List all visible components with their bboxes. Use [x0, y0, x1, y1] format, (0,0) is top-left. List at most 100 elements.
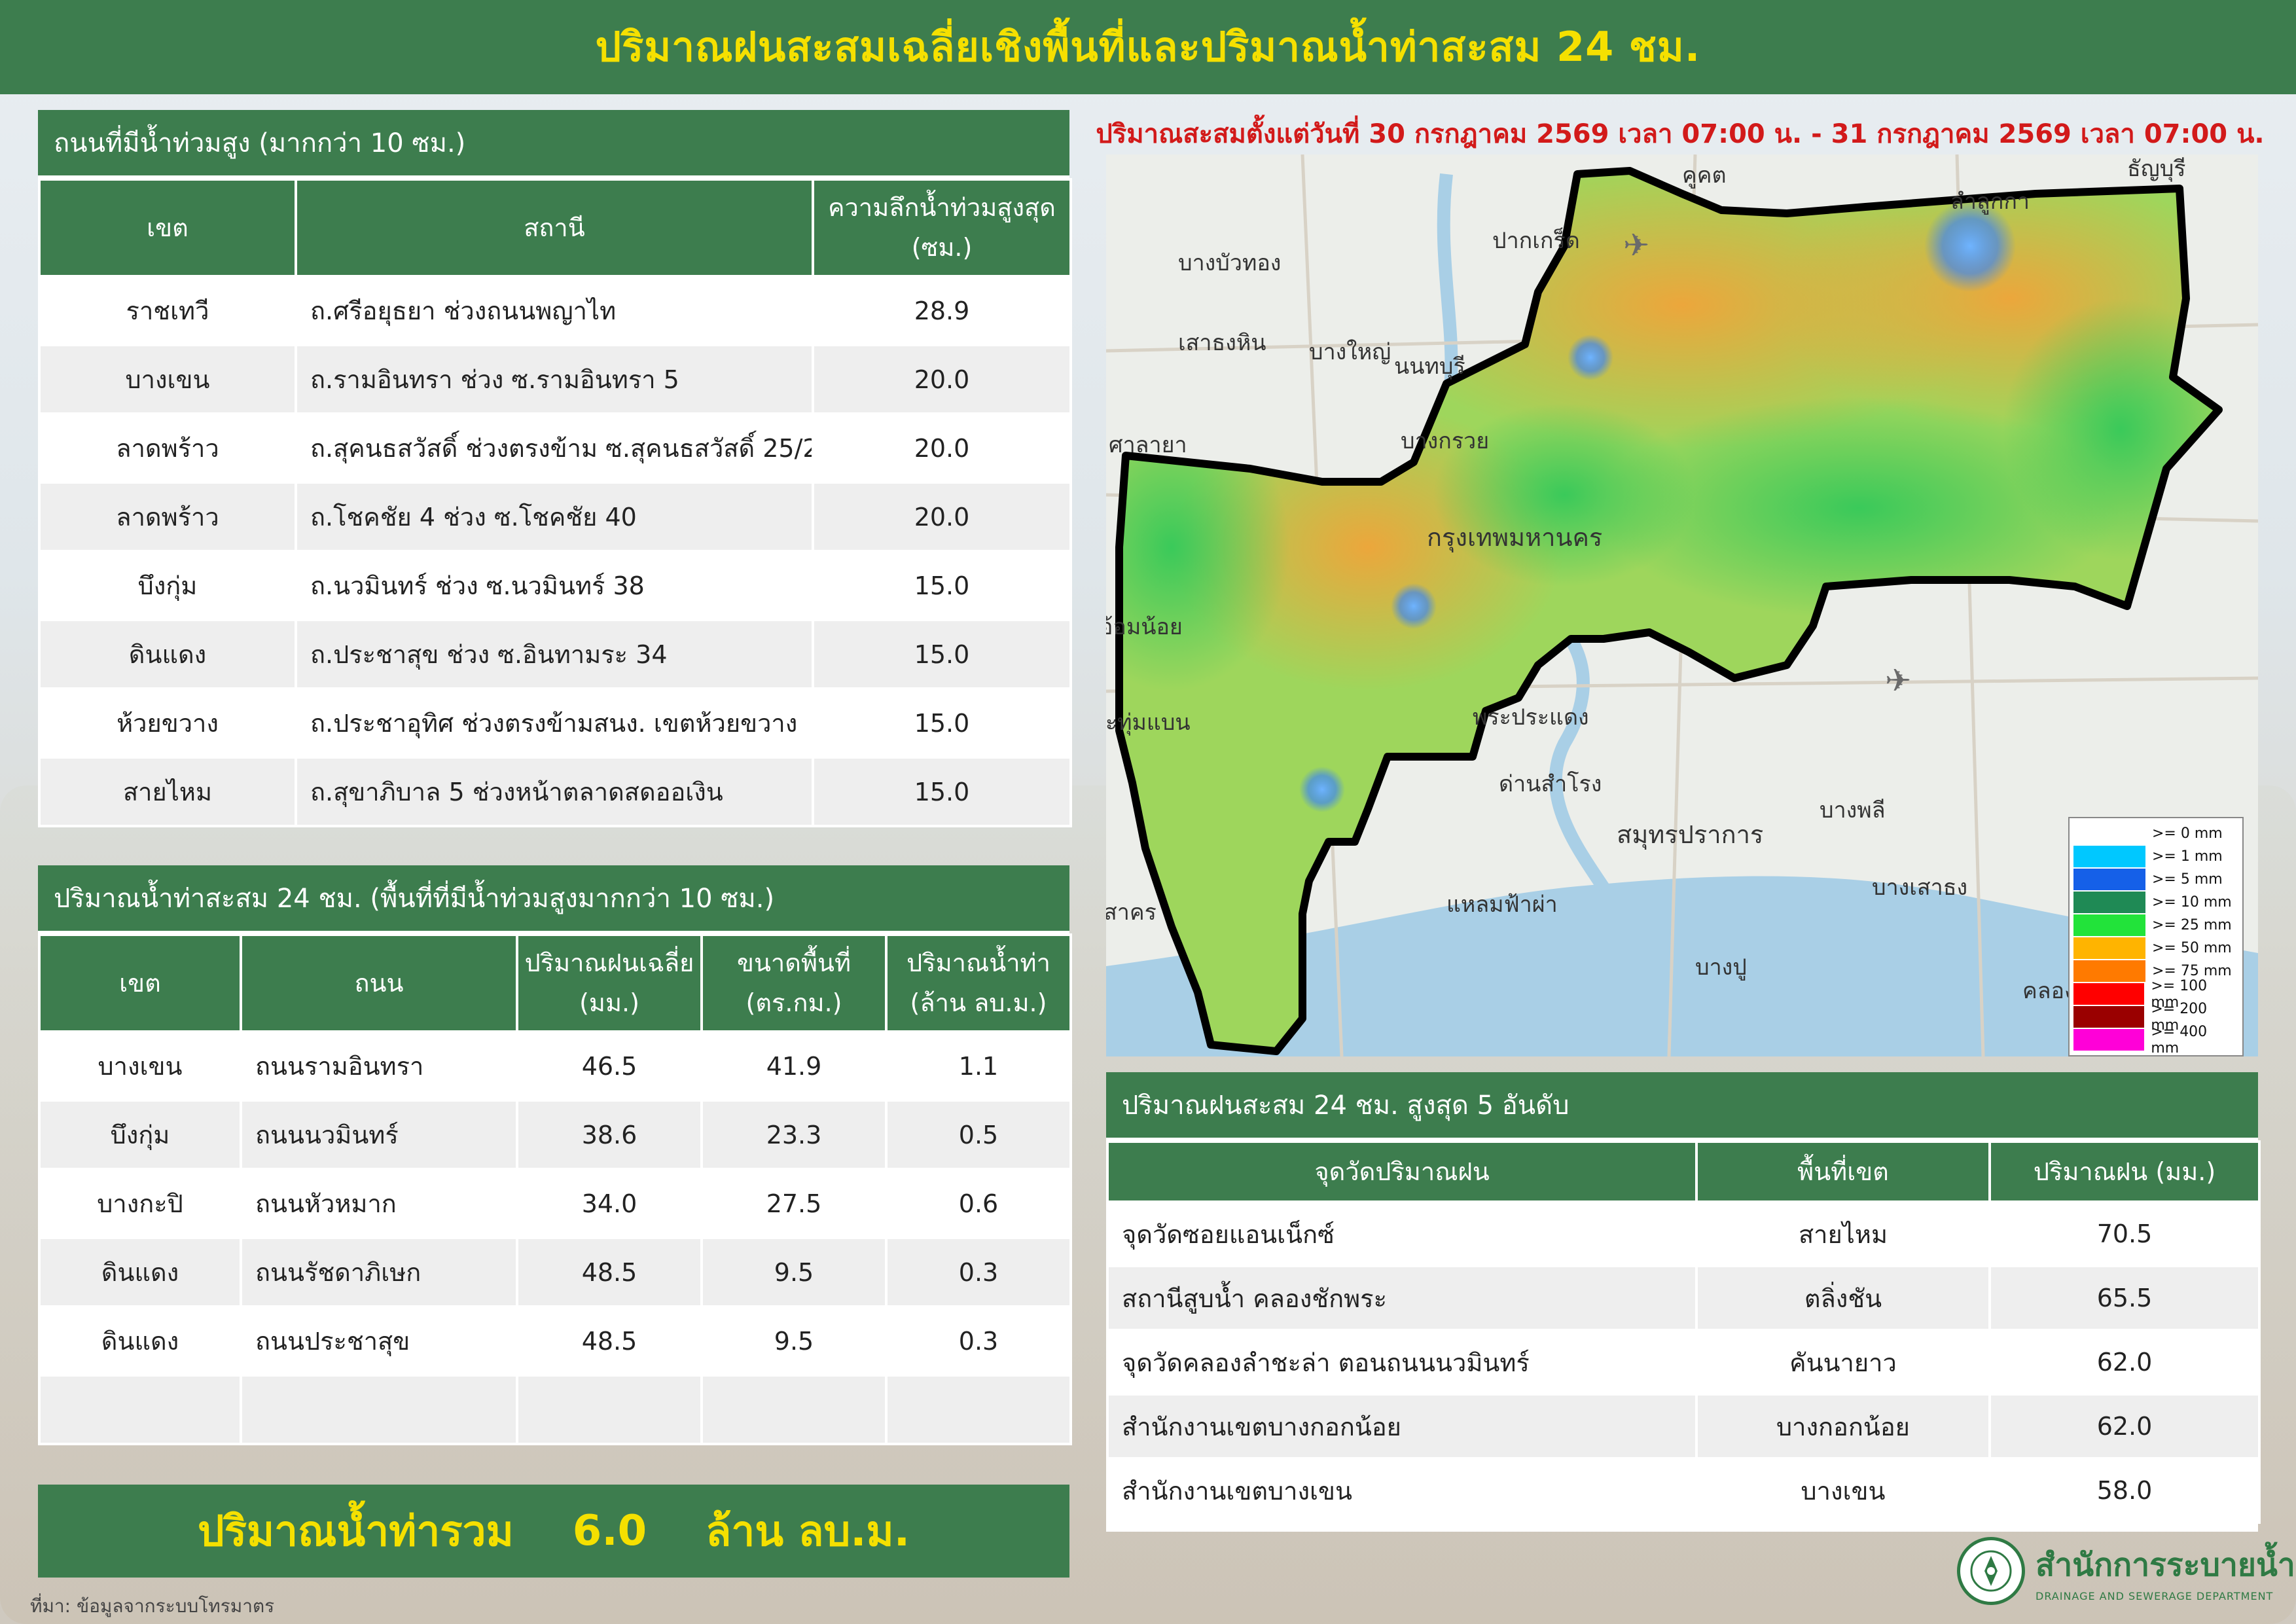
flood-cell: ถ.ประชาสุข ช่วง ซ.อินทามระ 34	[295, 619, 814, 690]
map-label-khukhot: คูคต	[1682, 162, 1727, 189]
table-row: ราชเทวี ถ.ศรีอยุธยา ช่วงถนนพญาไท 28.9	[38, 275, 1072, 346]
flood-cell: 28.9	[812, 275, 1072, 346]
legend-swatch	[2073, 869, 2145, 890]
airport-icon-suvarnabhumi: ✈	[1885, 662, 1911, 699]
top-rain-cell: 62.0	[1988, 1329, 2261, 1396]
top-rain-table: จุดวัดปริมาณฝน พื้นที่เขต ปริมาณฝน (มม.)…	[1106, 1140, 2261, 1524]
runoff-cell	[240, 1374, 518, 1445]
flood-cell: ถ.สุขาภิบาล 5 ช่วงหน้าตลาดสดออเงิน	[295, 756, 814, 827]
runoff-cell	[38, 1374, 242, 1445]
runoff-cell: 27.5	[700, 1168, 888, 1239]
legend-item: >= 5 mm	[2073, 868, 2238, 891]
runoff-cell: บางเขน	[38, 1030, 242, 1102]
map-label-thanyaburi: ธัญบุรี	[2127, 156, 2186, 182]
top-rain-cell: 65.5	[1988, 1265, 2261, 1331]
legend-label: >= 25 mm	[2152, 917, 2232, 933]
top-rain-table-body: จุดวัดซอยแอนเน็กซ์ สายไหม 70.5 สถานีสูบน้ำ …	[1106, 1200, 2261, 1524]
flood-cell: ถ.นวมินทร์ ช่วง ซ.นวมินทร์ 38	[295, 550, 814, 621]
runoff-cell: 48.5	[516, 1236, 703, 1308]
runoff-cell: ถนนนวมินทร์	[240, 1099, 518, 1170]
total-unit: ล้าน ลบ.ม.	[706, 1507, 910, 1556]
flood-table-body: ราชเทวี ถ.ศรีอยุธยา ช่วงถนนพญาไท 28.9 บางเข…	[38, 275, 1072, 827]
map-label-bangsaothong: บางเสาธง	[1872, 875, 1968, 901]
runoff-cell: 46.5	[516, 1030, 703, 1102]
org-emblem-icon	[1957, 1537, 2025, 1605]
flood-cell: บึงกุ่ม	[38, 550, 297, 621]
top-rain-header-district: พื้นที่เขต	[1695, 1140, 1991, 1203]
map-label-sakhon: สาคร	[1106, 899, 1157, 926]
flood-header-station: สถานี	[295, 178, 814, 278]
runoff-cell: ดินแดง	[38, 1236, 242, 1308]
flood-table: เขต สถานี ความลึกน้ำท่วมสูงสุด (ซม.) ราช…	[38, 178, 1072, 827]
map-label-salaya: ศาลายา	[1109, 432, 1187, 458]
flood-cell: สายไหม	[38, 756, 297, 827]
top-rain-header-station: จุดวัดปริมาณฝน	[1106, 1140, 1698, 1203]
top-rain-cell: บางกอกน้อย	[1695, 1393, 1991, 1460]
flood-cell: ถ.ศรีอยุธยา ช่วงถนนพญาไท	[295, 275, 814, 346]
top-rain-cell: สำนักงานเขตบางกอกน้อย	[1106, 1393, 1698, 1460]
runoff-cell: ถนนรามอินทรา	[240, 1030, 518, 1102]
runoff-header-district: เขต	[38, 933, 242, 1033]
legend-swatch	[2073, 823, 2145, 844]
flood-cell: 20.0	[812, 412, 1072, 484]
map-label-omnoi: อ้อมน้อย	[1106, 614, 1183, 640]
total-label: ปริมาณน้ำท่ารวม	[197, 1507, 514, 1556]
map-label-nonthaburi: นนทบุรี	[1394, 353, 1465, 380]
map-label-saothonghin: เสาธงหิน	[1178, 330, 1266, 356]
runoff-cell	[516, 1374, 703, 1445]
legend-item: >= 10 mm	[2073, 891, 2238, 914]
legend-swatch	[2073, 1029, 2145, 1051]
top-rain-panel: ปริมาณฝนสะสม 24 ชม. สูงสุด 5 อันดับ จุดว…	[1106, 1072, 2261, 1532]
map-label-lamlukka: ลำลูกกา	[1950, 189, 2030, 215]
flood-cell: ถ.ประชาอุทิศ ช่วงตรงข้ามสนง. เขตห้วยขวาง	[295, 687, 814, 759]
runoff-cell: 48.5	[516, 1305, 703, 1377]
flood-panel: ถนนที่มีน้ำท่วมสูง (มากกว่า 10 ซม.) เขต …	[38, 110, 1072, 827]
top-rain-cell: สำนักงานเขตบางเขน	[1106, 1457, 1698, 1524]
runoff-cell: 38.6	[516, 1099, 703, 1170]
rainfall-map: ✈ ✈ คูคต ลำลูกกา ปากเกร็ด บางบัวทอง เสาธ…	[1106, 154, 2258, 1056]
flood-cell: ถ.โชคชัย 4 ช่วง ซ.โชคชัย 40	[295, 481, 814, 552]
top-rain-header-amount: ปริมาณฝน (มม.)	[1988, 1140, 2261, 1203]
table-row: สถานีสูบน้ำ คลองชักพระ ตลิ่งชัน 65.5	[1106, 1265, 2261, 1331]
table-row: จุดวัดคลองลำชะล่า ตอนถนนนวมินทร์ คันนายาว…	[1106, 1329, 2261, 1396]
flood-cell: 20.0	[812, 344, 1072, 415]
table-row: บางเขน ถ.รามอินทรา ช่วง ซ.รามอินทรา 5 20.0	[38, 344, 1072, 415]
legend-label: >= 75 mm	[2152, 963, 2232, 979]
runoff-panel: ปริมาณน้ำท่าสะสม 24 ชม. (พื้นที่ที่มีน้ำ…	[38, 865, 1072, 1445]
runoff-cell: 9.5	[700, 1236, 888, 1308]
runoff-header-area: ขนาดพื้นที่ (ตร.กม.)	[700, 933, 888, 1033]
map-label-krathumbaen: กระทุ่มแบน	[1106, 710, 1191, 736]
table-row: ห้วยขวาง ถ.ประชาอุทิศ ช่วงตรงข้ามสนง. เขต…	[38, 687, 1072, 759]
legend-label: >= 5 mm	[2152, 871, 2223, 888]
flood-cell: บางเขน	[38, 344, 297, 415]
table-row: บางเขน ถนนรามอินทรา 46.5 41.9 1.1	[38, 1030, 1072, 1102]
runoff-cell: 9.5	[700, 1305, 888, 1377]
flood-cell: 15.0	[812, 687, 1072, 759]
runoff-header-rain: ปริมาณฝนเฉลี่ย (มม.)	[516, 933, 703, 1033]
map-label-pakkret: ปากเกร็ด	[1492, 228, 1580, 254]
runoff-cell	[885, 1374, 1072, 1445]
table-row: สายไหม ถ.สุขาภิบาล 5 ช่วงหน้าตลาดสดออเงิน…	[38, 756, 1072, 827]
flood-cell: ดินแดง	[38, 619, 297, 690]
top-rain-cell: 70.5	[1988, 1200, 2261, 1267]
flood-cell: ลาดพร้าว	[38, 481, 297, 552]
top-rain-cell: 58.0	[1988, 1457, 2261, 1524]
rain-legend: >= 0 mm >= 1 mm >= 5 mm >= 10 mm >= 25 mm >= …	[2068, 817, 2244, 1056]
runoff-header-runoff: ปริมาณน้ำท่า (ล้าน ลบ.ม.)	[885, 933, 1072, 1033]
page-title: ปริมาณฝนสะสมเฉลี่ยเชิงพื้นที่และปริมาณน้…	[595, 23, 1701, 71]
table-row: ดินแดง ถ.ประชาสุข ช่วง ซ.อินทามระ 34 15.0	[38, 619, 1072, 690]
top-rain-cell: จุดวัดคลองลำชะล่า ตอนถนนนวมินทร์	[1106, 1329, 1698, 1396]
org-logo: สำนักการระบายน้ำ DRAINAGE AND SEWERAGE D…	[1957, 1537, 2295, 1605]
flood-cell: ราชเทวี	[38, 275, 297, 346]
runoff-cell: 34.0	[516, 1168, 703, 1239]
runoff-cell: ถนนรัชดาภิเษก	[240, 1236, 518, 1308]
flood-cell: ถ.สุคนธสวัสดิ์ ช่วงตรงข้าม ซ.สุคนธสวัสดิ…	[295, 412, 814, 484]
runoff-cell: 1.1	[885, 1030, 1072, 1102]
flood-cell: 15.0	[812, 619, 1072, 690]
flood-cell: ลาดพร้าว	[38, 412, 297, 484]
airport-icon-donmueang: ✈	[1623, 227, 1649, 264]
map-label-bangkok: กรุงเทพมหานคร	[1427, 523, 1603, 552]
legend-swatch	[2073, 914, 2145, 936]
runoff-cell	[700, 1374, 888, 1445]
flood-header-depth: ความลึกน้ำท่วมสูงสุด (ซม.)	[812, 178, 1072, 278]
